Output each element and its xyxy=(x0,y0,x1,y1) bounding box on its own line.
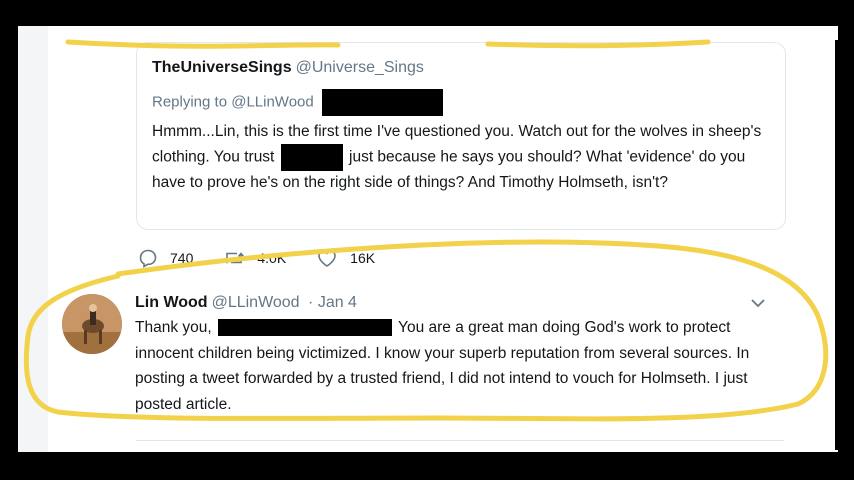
replying-mention[interactable]: @LLinWood xyxy=(231,93,314,110)
reply-date[interactable]: Jan 4 xyxy=(318,294,357,311)
replying-prefix: Replying to xyxy=(152,93,228,111)
avatar[interactable] xyxy=(62,294,122,354)
screenshot-frame: TheUniverseSings @Universe_Sings Replying… xyxy=(18,26,838,452)
reply-separator: · xyxy=(308,294,314,311)
heart-icon xyxy=(318,250,336,267)
left-margin xyxy=(18,26,48,452)
quoted-display-name[interactable]: TheUniverseSings xyxy=(152,59,292,76)
redacted-name xyxy=(280,144,343,171)
reply-handle[interactable]: @LLinWood xyxy=(212,294,300,311)
like-count: 16K xyxy=(350,250,376,266)
quoted-handle[interactable]: @Universe_Sings xyxy=(296,59,424,76)
avatar-image xyxy=(62,294,122,354)
reply-display-name[interactable]: Lin Wood xyxy=(135,294,208,311)
chevron-down-icon[interactable] xyxy=(750,297,766,309)
quoted-tweet-text: Hmmm...Lin, this is the first time I've … xyxy=(152,120,762,195)
speech-bubble-icon xyxy=(139,249,157,268)
reply-action[interactable]: 740 xyxy=(138,248,193,268)
reply-count: 740 xyxy=(170,250,194,266)
redacted-mention xyxy=(321,89,443,116)
retweet-count: 4.0K xyxy=(257,250,287,266)
quoted-author[interactable]: TheUniverseSings @Universe_Sings xyxy=(152,59,424,77)
next-tweet-edge xyxy=(136,440,784,452)
like-action[interactable]: 16K xyxy=(316,248,375,268)
quoted-tweet-card[interactable]: TheUniverseSings @Universe_Sings Replying… xyxy=(136,42,786,230)
right-edge xyxy=(835,40,838,450)
replying-to: Replying to @LLinWood xyxy=(152,89,443,116)
reply-text-part1: Thank you, xyxy=(135,319,212,336)
reply-author[interactable]: Lin Wood @LLinWood · Jan 4 xyxy=(135,294,357,312)
redacted-name xyxy=(218,319,392,337)
retweet-action[interactable]: 4.0K xyxy=(223,248,286,268)
retweet-icon xyxy=(224,252,245,264)
reply-tweet-text: Thank you, You are a great man doing God… xyxy=(135,315,775,417)
tweet-actions: 740 4.0K 16K xyxy=(138,248,405,268)
